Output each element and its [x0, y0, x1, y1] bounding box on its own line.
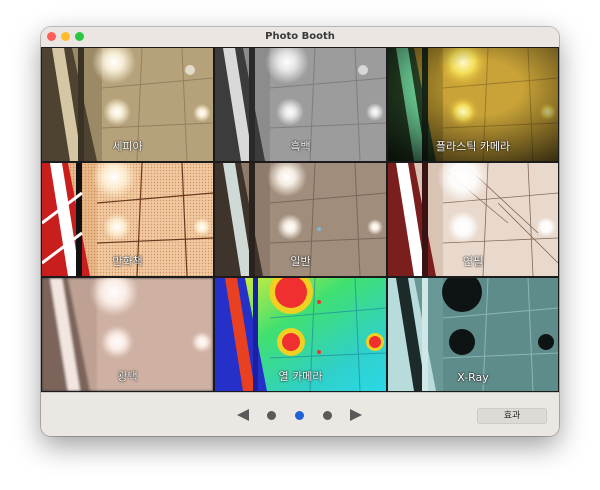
effect-tile-pencil[interactable]: 연필 [388, 163, 558, 276]
effect-label: 세피아 [112, 140, 143, 153]
previous-page-button[interactable] [236, 408, 250, 422]
photo-booth-window: Photo Booth 세피아 흑백 플라스틱 카메라 만화책 일반 연필 광택… [41, 27, 559, 436]
effect-label: 열 카메라 [278, 370, 323, 383]
page-dot-2-active[interactable] [295, 411, 304, 420]
effect-label: 광택 [117, 370, 138, 383]
effect-tile-thermal[interactable]: 열 카메라 [215, 278, 386, 391]
effect-tile-bw[interactable]: 흑백 [215, 48, 386, 161]
next-page-button[interactable] [349, 408, 363, 422]
effect-tile-xray[interactable]: X-Ray [388, 278, 558, 391]
effect-label: X-Ray [457, 371, 489, 384]
effect-label: 연필 [462, 255, 484, 268]
effects-grid: 세피아 흑백 플라스틱 카메라 만화책 일반 연필 광택 열 카메라 X-Ray [41, 47, 559, 392]
effect-label: 흑백 [290, 140, 311, 153]
title-bar: Photo Booth [41, 27, 559, 47]
window-title: Photo Booth [265, 31, 335, 42]
triangle-left-icon [237, 409, 249, 421]
effects-button[interactable]: 효과 [477, 408, 547, 424]
effect-tile-plastic-camera[interactable]: 플라스틱 카메라 [388, 48, 558, 161]
effect-label: 만화책 [112, 255, 143, 268]
page-dot-1[interactable] [267, 411, 276, 420]
effect-label: 플라스틱 카메라 [435, 140, 511, 153]
page-dot-3[interactable] [323, 411, 332, 420]
effect-tile-glow[interactable]: 광택 [42, 278, 213, 391]
effect-tile-comic[interactable]: 만화책 [42, 163, 213, 276]
triangle-right-icon [350, 409, 362, 421]
effect-label: 일반 [290, 255, 311, 268]
bottom-toolbar: 효과 [41, 392, 559, 436]
effect-tile-normal[interactable]: 일반 [215, 163, 386, 276]
effect-tile-sepia[interactable]: 세피아 [42, 48, 213, 161]
